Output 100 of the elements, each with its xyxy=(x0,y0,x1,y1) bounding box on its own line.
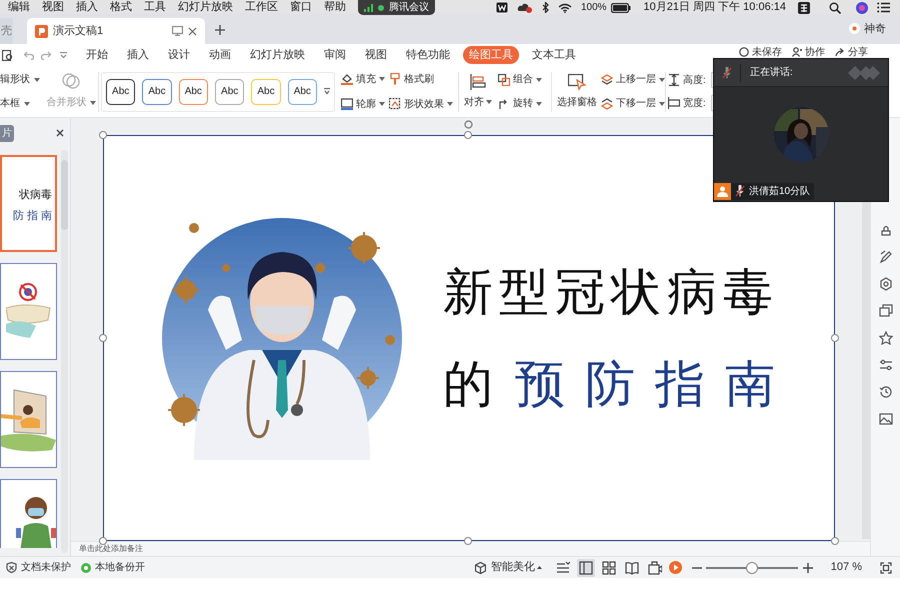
play-icon[interactable] xyxy=(668,561,682,574)
ribbon-tab[interactable]: 审阅 xyxy=(324,46,346,64)
ribbon-tab[interactable]: 特色功能 xyxy=(406,46,450,64)
search-icon[interactable] xyxy=(829,2,841,14)
ribbon-tab[interactable]: 动画 xyxy=(209,46,231,64)
shape-style-button[interactable]: Abc xyxy=(142,78,172,104)
monitor-icon[interactable] xyxy=(172,26,183,36)
menu-item[interactable]: 帮助 xyxy=(324,0,346,16)
header-action[interactable]: 未保存 xyxy=(752,44,782,60)
view-mode-button[interactable] xyxy=(576,558,595,576)
shape-style-button[interactable]: Abc xyxy=(106,78,136,104)
toolbar-button[interactable]: 填充 xyxy=(341,72,389,86)
resize-handle[interactable] xyxy=(99,131,107,139)
ribbon-tab[interactable]: 文本工具 xyxy=(532,46,576,64)
menu-item[interactable]: 工作区 xyxy=(245,0,278,16)
view-mode-button[interactable] xyxy=(600,558,618,576)
zoom-percent[interactable]: 107 % xyxy=(830,559,862,576)
star-icon[interactable] xyxy=(878,331,892,345)
menu-item[interactable]: 插入 xyxy=(76,0,98,16)
siri-icon[interactable] xyxy=(856,2,868,14)
layers-icon[interactable] xyxy=(878,304,892,318)
shape-style-button[interactable]: Abc xyxy=(178,78,208,104)
selection-pane-button[interactable]: 选择窗格 xyxy=(555,74,599,110)
slide-thumbnail[interactable]: 状病毒 防 指 南 xyxy=(0,155,57,252)
menu-item[interactable]: 格式 xyxy=(110,0,132,16)
history-icon[interactable] xyxy=(878,385,892,399)
toolbar-button[interactable]: 下移一层 xyxy=(601,96,663,111)
resize-handle[interactable] xyxy=(464,131,472,139)
toolbar-button[interactable]: 辑形状 xyxy=(0,72,46,87)
fit-window-icon[interactable] xyxy=(880,562,892,574)
notes-placeholder[interactable]: 单击此处添加备注 xyxy=(79,543,143,555)
document-tab[interactable]: 演示文稿1 xyxy=(27,18,205,44)
bluetooth-icon[interactable] xyxy=(542,2,549,13)
shape-style-button[interactable]: Abc xyxy=(288,78,317,104)
hexagon-icon[interactable] xyxy=(878,277,892,291)
zoom-slider-thumb[interactable] xyxy=(746,562,758,574)
input-method-icon[interactable] xyxy=(798,2,810,14)
toolbar-button[interactable]: 本框 xyxy=(0,96,46,111)
battery-icon[interactable] xyxy=(610,2,631,12)
slide-thumbnail[interactable] xyxy=(0,479,57,548)
zoom-slider[interactable] xyxy=(706,562,798,574)
find-document-icon[interactable] xyxy=(2,50,13,60)
ribbon-tab[interactable]: 视图 xyxy=(365,46,387,64)
backup-status[interactable]: 本地备份开 xyxy=(95,560,145,575)
scrollbar[interactable] xyxy=(61,150,68,553)
resize-handle[interactable] xyxy=(99,537,107,545)
resize-handle[interactable] xyxy=(99,334,107,342)
toolbar-button[interactable]: 形状效果 xyxy=(389,96,455,112)
menu-item[interactable]: 幻灯片放映 xyxy=(178,0,233,16)
wifi-icon[interactable] xyxy=(558,2,572,12)
collaborate-icon[interactable] xyxy=(792,47,802,57)
shape-style-button[interactable]: Abc xyxy=(251,78,281,104)
ribbon-tab[interactable]: 开始 xyxy=(86,46,108,64)
ribbon-tab[interactable]: 插入 xyxy=(127,46,149,64)
resize-handle[interactable] xyxy=(464,537,472,545)
shape-style-button[interactable]: Abc xyxy=(214,78,244,104)
stamp-icon[interactable] xyxy=(878,223,892,237)
image-icon[interactable] xyxy=(878,412,892,426)
protection-status[interactable]: 文档未保护 xyxy=(21,560,71,575)
more-styles-icon[interactable] xyxy=(324,88,330,95)
slide-thumbnail[interactable] xyxy=(0,263,57,360)
toolbar-button[interactable]: 上移一层 xyxy=(601,72,663,87)
app-icon[interactable] xyxy=(496,2,508,13)
view-mode-button[interactable] xyxy=(646,558,664,576)
align-button[interactable]: 对齐 xyxy=(462,74,494,110)
save-status-icon[interactable] xyxy=(739,47,749,57)
toolbar-button[interactable]: 组合 xyxy=(498,72,548,87)
ribbon-tab[interactable]: 幻灯片放映 xyxy=(250,46,305,64)
avatar-icon[interactable] xyxy=(849,23,860,34)
header-action[interactable]: 分享 xyxy=(848,44,868,60)
toolbar-button[interactable]: 格式刷 xyxy=(389,72,455,86)
header-action[interactable]: 协作 xyxy=(805,44,825,60)
ribbon-tab[interactable]: 设计 xyxy=(168,46,190,64)
meeting-indicator[interactable]: 腾讯会议 xyxy=(358,0,435,15)
resize-handle[interactable] xyxy=(831,537,839,545)
close-icon[interactable] xyxy=(56,129,64,137)
add-tab-icon[interactable] xyxy=(215,25,225,35)
toolbar-button[interactable]: 旋转 xyxy=(498,96,548,111)
beautify-button[interactable]: 智能美化 xyxy=(490,559,535,576)
zoom-in-icon[interactable] xyxy=(802,562,813,572)
close-icon[interactable] xyxy=(188,26,197,36)
clock[interactable]: 10月21日 周四 下午 10:06:14 xyxy=(644,0,786,16)
account-name[interactable]: 神奇 xyxy=(864,20,886,37)
customize-icon[interactable] xyxy=(60,52,67,58)
microphone-icon[interactable] xyxy=(722,66,732,78)
menu-item[interactable]: 视图 xyxy=(42,0,64,16)
sliders-icon[interactable] xyxy=(878,358,892,372)
panel-tab[interactable]: 片 xyxy=(0,124,14,142)
cloud-icon[interactable] xyxy=(516,2,533,13)
slide-thumbnail[interactable] xyxy=(0,371,57,468)
list-icon[interactable] xyxy=(877,2,890,13)
toolbar-button[interactable]: 轮廓 xyxy=(341,96,389,112)
share-icon[interactable] xyxy=(835,47,845,57)
menu-item[interactable]: 编辑 xyxy=(8,0,30,16)
pencil-icon[interactable] xyxy=(878,250,892,264)
menu-item[interactable]: 窗口 xyxy=(290,0,312,16)
video-call-dialog[interactable]: 正在讲话: 洪倩茹10分队 xyxy=(713,58,889,202)
rotate-handle-icon[interactable] xyxy=(464,120,473,129)
resize-handle[interactable] xyxy=(831,334,839,342)
menu-item[interactable]: 工具 xyxy=(144,0,166,16)
